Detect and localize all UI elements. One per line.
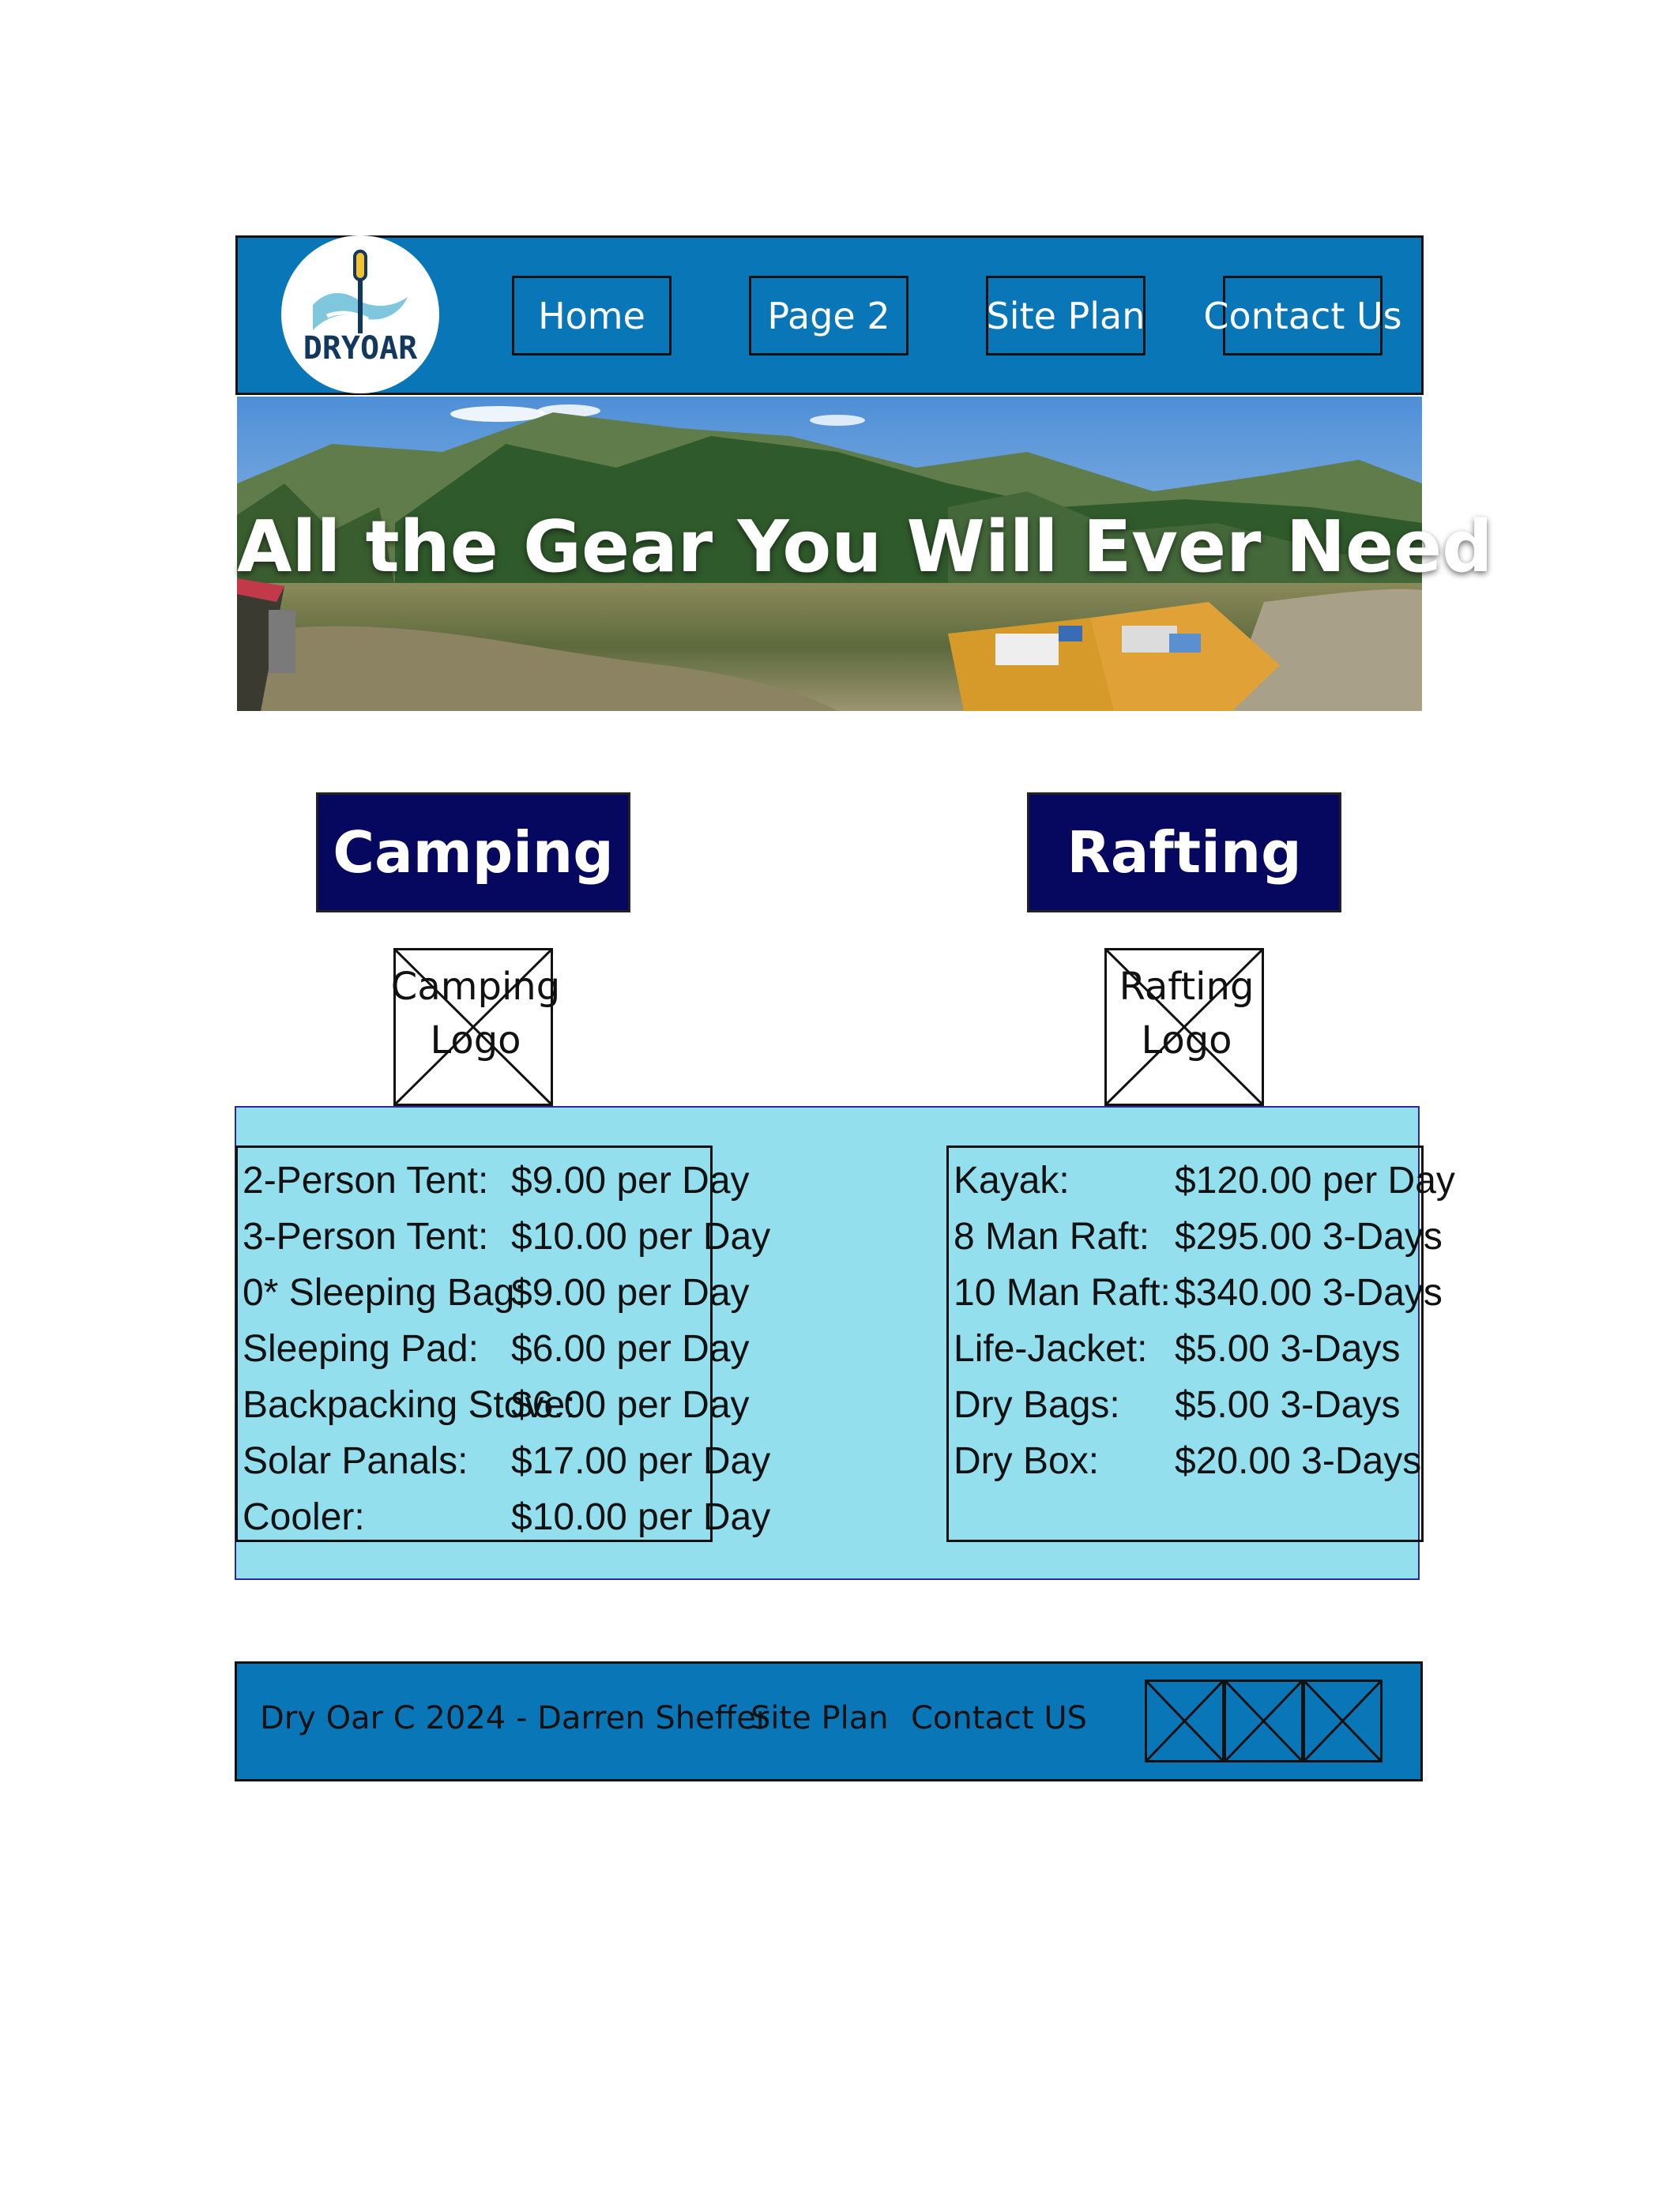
camping-row: Backpacking Stove: $6.00 per Day: [243, 1383, 750, 1431]
camping-row: Solar Panals: $17.00 per Day: [243, 1439, 770, 1487]
camping-row: 0* Sleeping Bag: $9.00 per Day: [243, 1271, 750, 1319]
rafting-row: 8 Man Raft: $295.00 3-Days: [954, 1215, 1443, 1262]
rafting-item-price: $20.00 3-Days: [1175, 1440, 1422, 1482]
nav-home-button[interactable]: Home: [512, 276, 672, 356]
logo-wordmark: DRYOAR: [303, 330, 418, 367]
camping-logo-label: Camping Logo: [390, 965, 561, 1063]
camping-item-name: Solar Panals:: [243, 1440, 468, 1482]
rafting-row: Dry Box: $20.00 3-Days: [954, 1439, 1422, 1487]
nav-contact-us-button[interactable]: Contact Us: [1203, 276, 1402, 356]
nav-page2-button[interactable]: Page 2: [749, 276, 908, 356]
rafting-item-name: 10 Man Raft:: [954, 1272, 1171, 1314]
camping-row: 2-Person Tent: $9.00 per Day: [243, 1159, 750, 1206]
rafting-row: 10 Man Raft: $340.00 3-Days: [954, 1271, 1443, 1319]
camping-item-price: $6.00 per Day: [511, 1384, 750, 1426]
camping-item-name: 0* Sleeping Bag:: [243, 1272, 525, 1314]
rafting-logo-placeholder: Rafting Logo: [1104, 948, 1264, 1106]
camping-item-price: $10.00 per Day: [511, 1496, 771, 1538]
camping-item-price: $17.00 per Day: [511, 1440, 771, 1482]
rafting-price-list: Kayak: $120.00 per Day 8 Man Raft: $295.00 …: [946, 1146, 1455, 1542]
rafting-item-price: $5.00 3-Days: [1175, 1384, 1401, 1426]
dryoar-logo[interactable]: DRYOAR: [281, 235, 439, 393]
camping-item-name: Cooler:: [243, 1496, 365, 1538]
rafting-item-price: $5.00 3-Days: [1175, 1328, 1401, 1370]
camping-logo-placeholder: Camping Logo: [391, 948, 560, 1106]
rafting-row: Kayak: $120.00 per Day: [954, 1159, 1455, 1206]
hero-title: All the Gear You Will Ever Need: [237, 506, 1493, 589]
camping-item-name: 3-Person Tent:: [243, 1216, 489, 1258]
footer-site-plan-link[interactable]: Site Plan: [750, 1700, 889, 1736]
camping-item-price: $9.00 per Day: [511, 1160, 750, 1202]
rafting-item-price: $120.00 per Day: [1175, 1160, 1455, 1202]
logo-icon: DRYOAR: [281, 235, 439, 393]
social-icon-placeholder[interactable]: [1145, 1680, 1224, 1762]
footer-copyright: Dry Oar C 2024 - Darren Sheffer: [260, 1700, 769, 1736]
rafting-heading[interactable]: Rafting: [1027, 792, 1341, 912]
rafting-item-price: $340.00 3-Days: [1175, 1272, 1443, 1314]
social-icon-placeholder[interactable]: [1303, 1680, 1382, 1762]
rafting-row: Life-Jacket: $5.00 3-Days: [954, 1327, 1420, 1375]
rafting-item-name: Dry Box:: [954, 1440, 1100, 1482]
camping-row: Sleeping Pad: $6.00 per Day: [243, 1327, 750, 1375]
rafting-item-name: Dry Bags:: [954, 1384, 1120, 1426]
footer-contact-link[interactable]: Contact US: [911, 1700, 1087, 1736]
rafting-item-name: Kayak:: [954, 1160, 1070, 1202]
camping-item-price: $9.00 per Day: [511, 1272, 750, 1314]
camping-price-list: 2-Person Tent: $9.00 per Day 3-Person Tent…: [235, 1146, 770, 1543]
camping-item-price: $10.00 per Day: [511, 1216, 771, 1258]
camping-item-price: $6.00 per Day: [511, 1328, 750, 1370]
camping-item-name: 2-Person Tent:: [243, 1160, 489, 1202]
social-icon-placeholder[interactable]: [1224, 1680, 1304, 1762]
rafting-item-name: 8 Man Raft:: [954, 1216, 1150, 1258]
rafting-item-name: Life-Jacket:: [954, 1328, 1148, 1370]
rafting-logo-label: Rafting Logo: [1119, 965, 1255, 1063]
rafting-item-price: $295.00 3-Days: [1175, 1216, 1443, 1258]
camping-row: 3-Person Tent: $10.00 per Day: [243, 1215, 770, 1262]
camping-item-name: Sleeping Pad:: [243, 1328, 479, 1370]
camping-row: Cooler: $10.00 per Day: [243, 1495, 770, 1543]
camping-heading[interactable]: Camping: [316, 792, 630, 912]
rafting-row: Dry Bags: $5.00 3-Days: [954, 1383, 1420, 1431]
social-icons: [1145, 1680, 1382, 1762]
nav-site-plan-button[interactable]: Site Plan: [986, 276, 1146, 356]
